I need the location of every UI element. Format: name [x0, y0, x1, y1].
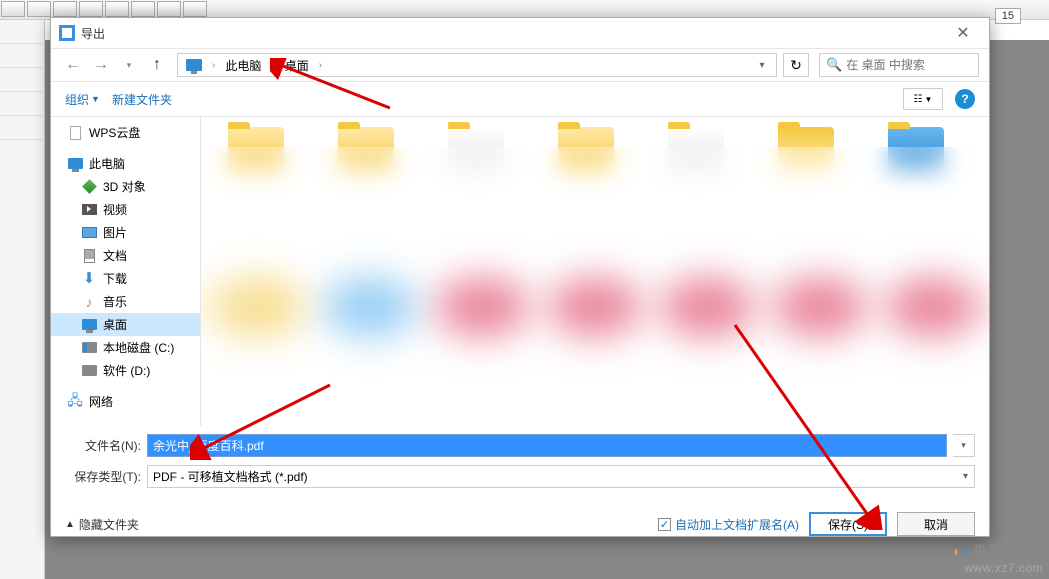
tree-videos[interactable]: 视频	[51, 198, 200, 221]
organize-menu[interactable]: 组织 ▼	[65, 91, 100, 108]
filename-input[interactable]	[147, 434, 947, 457]
fields-area: 文件名(N): ▾ 保存类型(T): PDF - 可移植文档格式 (*.pdf)	[51, 426, 989, 504]
dialog-title: 导出	[81, 25, 945, 42]
refresh-button[interactable]: ↻	[783, 53, 809, 77]
hide-folders-toggle[interactable]: ▲ 隐藏文件夹	[65, 516, 139, 533]
close-button[interactable]: ✕	[945, 21, 981, 45]
chevron-down-icon: ▼	[91, 94, 100, 104]
tree-wps-cloud[interactable]: WPS云盘	[51, 121, 200, 144]
disk-icon	[82, 342, 97, 353]
breadcrumb-this-pc[interactable]: 此电脑	[221, 55, 265, 76]
file-list[interactable]	[201, 117, 989, 426]
disk-icon	[82, 365, 97, 376]
search-box[interactable]: 🔍	[819, 53, 979, 77]
tree-disk-c[interactable]: 本地磁盘 (C:)	[51, 336, 200, 359]
save-button[interactable]: 保存(S)	[809, 512, 887, 536]
folder-item[interactable]	[761, 127, 851, 197]
dialog-titlebar: 导出 ✕	[51, 18, 989, 48]
page-indicator: 15	[995, 8, 1021, 24]
footer-row: ▲ 隐藏文件夹 ✓ 自动加上文档扩展名(A) 保存(S) 取消	[51, 504, 989, 540]
folder-item[interactable]	[431, 127, 521, 197]
cube-icon	[82, 179, 97, 194]
dialog-icon	[59, 25, 75, 41]
tree-network[interactable]: 🖧 网络	[51, 390, 200, 413]
nav-recent-dropdown[interactable]: ▾	[117, 53, 141, 77]
search-input[interactable]	[846, 58, 1001, 72]
page-icon	[70, 126, 81, 140]
watermark: ◗◖ 极光下载站 www.xz7.com	[952, 541, 1043, 575]
tree-disk-d[interactable]: 软件 (D:)	[51, 359, 200, 382]
nav-forward-button: →	[89, 53, 113, 77]
folder-item[interactable]	[651, 127, 741, 197]
folder-item[interactable]	[211, 127, 301, 197]
help-button[interactable]: ?	[955, 89, 975, 109]
folder-item[interactable]	[321, 127, 411, 197]
address-dropdown[interactable]: ▾	[752, 60, 772, 71]
background-side-panel	[0, 20, 45, 579]
search-icon: 🔍	[826, 57, 842, 73]
filename-dropdown[interactable]: ▾	[953, 434, 975, 457]
document-icon	[84, 249, 95, 263]
chevron-right-icon: ›	[208, 60, 219, 71]
chevron-right-icon: ›	[315, 60, 326, 71]
breadcrumb-desktop[interactable]: 桌面	[281, 55, 313, 76]
auto-extension-checkbox[interactable]: ✓ 自动加上文档扩展名(A)	[658, 516, 799, 533]
navigation-tree: WPS云盘 此电脑 3D 对象 视频 图片 文档	[51, 117, 201, 426]
tree-this-pc[interactable]: 此电脑	[51, 152, 200, 175]
breadcrumb-bar[interactable]: › 此电脑 › 桌面 › ▾	[177, 53, 777, 77]
video-icon	[82, 204, 97, 215]
navigation-row: ← → ▾ ↑ › 此电脑 › 桌面 › ▾ ↻ 🔍	[51, 48, 989, 82]
music-icon: ♪	[81, 295, 97, 309]
nav-up-button[interactable]: ↑	[145, 53, 169, 77]
filename-label: 文件名(N):	[65, 437, 141, 454]
folder-item[interactable]	[541, 127, 631, 197]
monitor-icon	[82, 319, 97, 330]
picture-icon	[82, 227, 97, 238]
command-row: 组织 ▼ 新建文件夹 ☷ ▼ ?	[51, 82, 989, 116]
folder-item[interactable]	[871, 127, 961, 197]
monitor-icon	[68, 158, 83, 169]
nav-back-button[interactable]: ←	[61, 53, 85, 77]
monitor-icon	[186, 59, 202, 71]
export-dialog: 导出 ✕ ← → ▾ ↑ › 此电脑 › 桌面 › ▾ ↻ 🔍 组织 ▼ 新建文…	[50, 17, 990, 537]
view-options-button[interactable]: ☷ ▼	[903, 88, 943, 110]
tree-documents[interactable]: 文档	[51, 244, 200, 267]
savetype-label: 保存类型(T):	[65, 468, 141, 485]
dialog-body: WPS云盘 此电脑 3D 对象 视频 图片 文档	[51, 116, 989, 426]
tree-desktop[interactable]: 桌面	[51, 313, 200, 336]
new-folder-button[interactable]: 新建文件夹	[112, 91, 172, 108]
tree-music[interactable]: ♪ 音乐	[51, 290, 200, 313]
download-icon: ⬇	[81, 272, 97, 286]
tree-pictures[interactable]: 图片	[51, 221, 200, 244]
savetype-select[interactable]: PDF - 可移植文档格式 (*.pdf)	[147, 465, 975, 488]
checkbox-icon: ✓	[658, 518, 671, 531]
chevron-up-icon: ▲	[65, 519, 75, 530]
network-icon: 🖧	[67, 395, 83, 409]
tree-3d-objects[interactable]: 3D 对象	[51, 175, 200, 198]
cancel-button[interactable]: 取消	[897, 512, 975, 536]
tree-downloads[interactable]: ⬇ 下载	[51, 267, 200, 290]
chevron-right-icon: ›	[267, 60, 278, 71]
